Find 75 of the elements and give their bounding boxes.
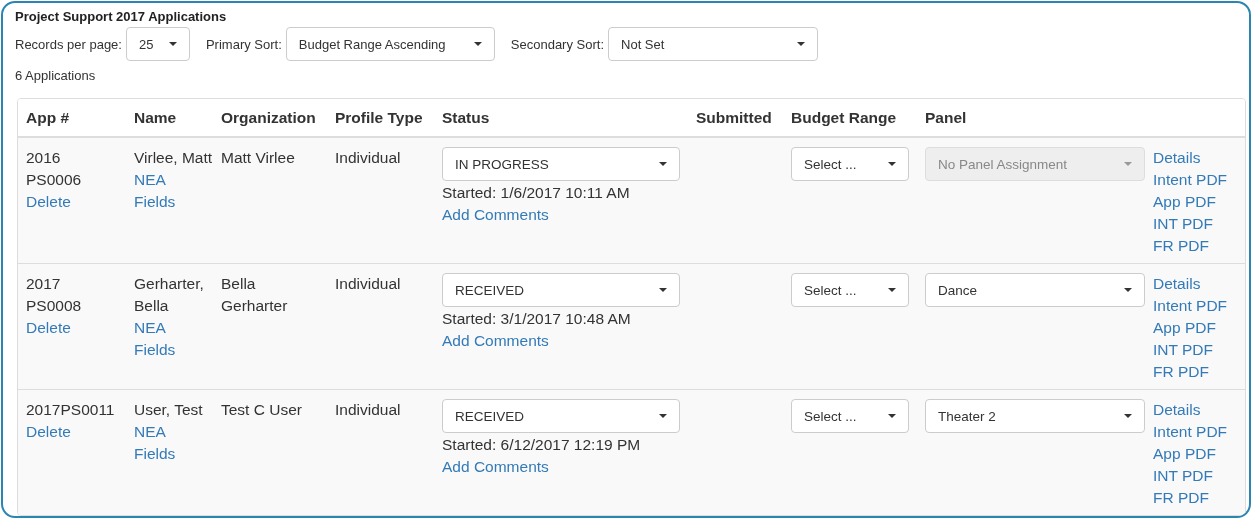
column-header: Status	[442, 109, 490, 126]
column-header: Name	[134, 109, 177, 126]
profile-type: Individual	[335, 149, 401, 166]
application-count: 6 Applications	[15, 68, 97, 83]
sort-dropdown[interactable]: Not Set	[608, 27, 818, 61]
nea-fields-link[interactable]: NEA Fields	[134, 317, 184, 361]
caret-icon	[1124, 288, 1132, 292]
document-link[interactable]: Details	[1153, 399, 1201, 421]
caret-icon	[659, 288, 667, 292]
status-dropdown[interactable]: RECEIVED	[442, 399, 680, 433]
column-header: Organization	[221, 109, 316, 126]
document-link[interactable]: INT PDF	[1153, 213, 1213, 235]
started-date: Started: 1/6/2017 10:11 AM	[442, 183, 631, 203]
document-link[interactable]: Details	[1153, 273, 1201, 295]
budget-range-dropdown[interactable]: Select ...	[791, 273, 909, 307]
caret-icon	[888, 162, 896, 166]
document-link[interactable]: FR PDF	[1153, 235, 1209, 257]
nea-fields-link[interactable]: NEA Fields	[134, 421, 184, 465]
delete-link[interactable]: Delete	[26, 191, 71, 213]
document-link[interactable]: FR PDF	[1153, 487, 1209, 509]
profile-type: Individual	[335, 401, 401, 418]
document-link[interactable]: INT PDF	[1153, 339, 1213, 361]
budget-range-dropdown[interactable]: Select ...	[791, 147, 909, 181]
nea-fields-link[interactable]: NEA Fields	[134, 169, 184, 213]
column-header: Submitted	[696, 109, 772, 126]
status-dropdown[interactable]: IN PROGRESS	[442, 147, 680, 181]
started-date: Started: 6/12/2017 12:19 PM	[442, 435, 642, 455]
add-comments-link[interactable]: Add Comments	[442, 204, 549, 226]
add-comments-link[interactable]: Add Comments	[442, 330, 549, 352]
organization-name: Bella Gerharter	[221, 274, 289, 316]
caret-icon	[1124, 162, 1132, 166]
budget-range-dropdown[interactable]: Select ...	[791, 399, 909, 433]
applicant-name: User, Test	[134, 400, 204, 420]
sort-dropdown[interactable]: Budget Range Ascending	[285, 27, 495, 61]
delete-link[interactable]: Delete	[26, 317, 71, 339]
applicant-name: Virlee, Matt	[134, 148, 214, 168]
organization-name: Matt Virlee	[221, 148, 296, 168]
caret-icon	[888, 414, 896, 418]
document-link[interactable]: INT PDF	[1153, 465, 1213, 487]
document-link[interactable]: App PDF	[1153, 317, 1216, 339]
panel-dropdown[interactable]: Theater 2	[925, 399, 1145, 433]
control-label: Secondary Sort:	[510, 36, 604, 52]
column-header: Panel	[925, 109, 967, 126]
caret-icon	[659, 414, 667, 418]
caret-icon	[168, 42, 177, 46]
column-header: Budget Range	[791, 109, 897, 126]
document-link[interactable]: Intent PDF	[1153, 295, 1228, 317]
app-number: 2017 PS0008	[26, 274, 82, 316]
document-link[interactable]: FR PDF	[1153, 361, 1209, 383]
document-link[interactable]: Details	[1153, 147, 1201, 169]
caret-icon	[1124, 414, 1132, 418]
app-number: 2017PS0011	[26, 400, 115, 420]
sort-dropdown[interactable]: 25	[125, 27, 190, 61]
profile-type: Individual	[335, 275, 401, 292]
document-link[interactable]: Intent PDF	[1153, 169, 1228, 191]
caret-icon	[659, 162, 667, 166]
document-link[interactable]: App PDF	[1153, 191, 1216, 213]
panel-dropdown[interactable]: Dance	[925, 273, 1145, 307]
caret-icon	[888, 288, 896, 292]
document-link[interactable]: App PDF	[1153, 443, 1216, 465]
caret-icon	[473, 42, 482, 46]
column-header: App #	[26, 109, 70, 126]
document-link[interactable]: Intent PDF	[1153, 421, 1228, 443]
page-title: Project Support 2017 Applications	[15, 9, 228, 24]
control-label: Primary Sort:	[205, 36, 282, 52]
app-number: 2016 PS0006	[26, 148, 82, 190]
caret-icon	[797, 42, 805, 46]
column-header: Profile Type	[335, 109, 423, 126]
control-label: Records per page:	[15, 36, 122, 52]
started-date: Started: 3/1/2017 10:48 AM	[442, 309, 632, 329]
applicant-name: Gerharter, Bella	[134, 274, 205, 316]
organization-name: Test C User	[221, 400, 303, 420]
delete-link[interactable]: Delete	[26, 421, 71, 443]
status-dropdown[interactable]: RECEIVED	[442, 273, 680, 307]
add-comments-link[interactable]: Add Comments	[442, 456, 549, 478]
